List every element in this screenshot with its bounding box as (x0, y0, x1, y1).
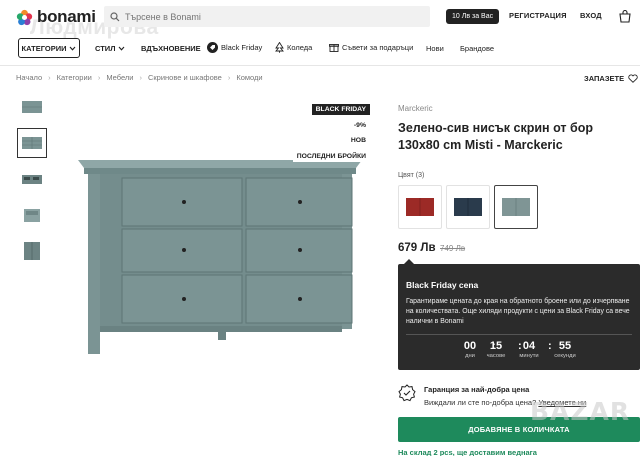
last-items-badge: ПОСЛЕДНИ БРОЙКИ (292, 151, 370, 162)
bonami-logo[interactable]: bonami (16, 7, 96, 27)
search-icon (110, 11, 120, 21)
breadcrumb-separator: › (139, 73, 142, 82)
tooltip-title: Black Friday cena (406, 280, 479, 290)
guarantee-question: Виждали ли сте по-добра цена? (424, 398, 537, 407)
christmas-tree-icon (275, 42, 284, 53)
color-swatch-navy[interactable] (446, 185, 490, 229)
product-title: Зелено-сив нисък скрин от бор 130x80 cm … (398, 121, 593, 152)
countdown-value: 04 (522, 340, 536, 352)
breadcrumb-separator: › (227, 73, 231, 82)
old-price: 749 Лв (440, 244, 466, 253)
divider (406, 334, 632, 335)
color-label: Цвят (3) (398, 172, 425, 179)
nav-item-inspiration[interactable]: ВДЪХНОВЕНИЕ (141, 44, 201, 53)
nav-item-black-friday[interactable]: Black Friday (207, 42, 262, 53)
register-link[interactable]: РЕГИСТРАЦИЯ (509, 11, 567, 20)
brand-link[interactable]: Marckeric (398, 104, 433, 113)
nav-item-brands[interactable]: Брандове (460, 44, 494, 53)
discount-badge: -9% (349, 120, 370, 131)
breadcrumb-item[interactable]: Мебели (106, 73, 133, 82)
tooltip-body: Гарантираме цената до края на обратното … (406, 298, 630, 326)
product-image[interactable] (72, 140, 372, 360)
chevron-down-icon (70, 46, 76, 51)
divider (0, 65, 640, 66)
stock-status: На склад 2 pcs, ще доставим веднага (398, 448, 537, 456)
tooltip-arrow (404, 259, 414, 264)
categories-label: КАТЕГОРИИ (21, 43, 67, 53)
breadcrumb-item[interactable]: Категории (57, 73, 92, 82)
nav-item-label: Нови (426, 44, 444, 53)
main-nav: КАТЕГОРИИ СТИЛ ВДЪХНОВЕНИЕ Black Friday … (0, 38, 640, 60)
flower-logo-icon (16, 9, 33, 25)
breadcrumb-item[interactable]: Начало (16, 73, 42, 82)
dresser-illustration (78, 160, 362, 354)
countdown-minutes: 04 минути (511, 340, 547, 359)
thumbnail-image[interactable] (17, 200, 47, 230)
nav-item-label: Съвети за подаръци (342, 42, 414, 52)
nav-item-christmas[interactable]: Коледа (275, 42, 312, 53)
cart-icon[interactable] (618, 9, 632, 28)
countdown-seconds: 55 секунди (547, 340, 583, 359)
nav-item-label: СТИЛ (95, 44, 116, 53)
thumbnail-image[interactable] (17, 164, 47, 194)
countdown-label: минути (519, 353, 539, 359)
thumbnail-gallery (17, 92, 47, 272)
save-button[interactable]: ЗАПАЗЕТЕ (584, 74, 638, 83)
tag-icon (207, 42, 218, 53)
search-input[interactable] (125, 11, 405, 22)
nav-item-label: Коледа (287, 43, 313, 52)
color-swatch-sage[interactable] (494, 185, 538, 229)
nav-item-style[interactable]: СТИЛ (95, 44, 125, 53)
swatch-image (502, 198, 530, 216)
thumbnail-image-active[interactable] (17, 128, 47, 158)
swatch-image (406, 198, 434, 216)
breadcrumb: Начало › Категории › Мебели › Скринове и… (16, 73, 263, 82)
countdown-hours: 15 часове (478, 340, 514, 359)
gift-icon (329, 44, 339, 52)
chevron-down-icon (119, 46, 125, 51)
search-bar[interactable] (104, 6, 430, 27)
countdown-label: секунди (554, 353, 576, 359)
logo-text: bonami (37, 7, 96, 26)
thumbnail-image[interactable] (17, 236, 47, 266)
countdown-label: часове (486, 353, 506, 359)
new-badge: НОВ (346, 135, 370, 146)
nav-item-label: ВДЪХНОВЕНИЕ (141, 44, 201, 53)
promo-pill-button[interactable]: 10 Лв за Вас (446, 9, 500, 24)
breadcrumb-separator: › (97, 73, 101, 82)
swatch-image (454, 198, 482, 216)
nav-item-new[interactable]: Нови (426, 44, 444, 53)
guarantee-title: Гаранция за най-добра цена (424, 385, 530, 394)
heart-icon (628, 74, 638, 83)
breadcrumb-item[interactable]: Комоди (236, 73, 262, 82)
nav-item-label: Black Friday (221, 43, 263, 52)
breadcrumb-separator: › (48, 73, 51, 82)
nav-item-gift-tips[interactable]: Съвети за подаръци (329, 42, 413, 52)
black-friday-tooltip: Black Friday cena Гарантираме цената до … (398, 259, 640, 370)
countdown-value: 55 (558, 340, 572, 352)
color-swatch-red[interactable] (398, 185, 442, 229)
nav-item-label: Брандове (460, 44, 495, 53)
price-guarantee-icon (398, 384, 416, 407)
black-friday-badge: BLACK FRIDAY (311, 104, 370, 115)
current-price: 679 Лв (398, 242, 436, 254)
login-link[interactable]: ВХОД (580, 11, 602, 20)
thumbnail-image[interactable] (17, 92, 47, 122)
breadcrumb-item[interactable]: Скринове и шкафове (148, 73, 222, 82)
save-label: ЗАПАЗЕТЕ (584, 74, 625, 83)
bazar-watermark: BAZAR (530, 397, 631, 426)
categories-button[interactable]: КАТЕГОРИИ (18, 38, 80, 58)
countdown-value: 15 (489, 340, 503, 352)
